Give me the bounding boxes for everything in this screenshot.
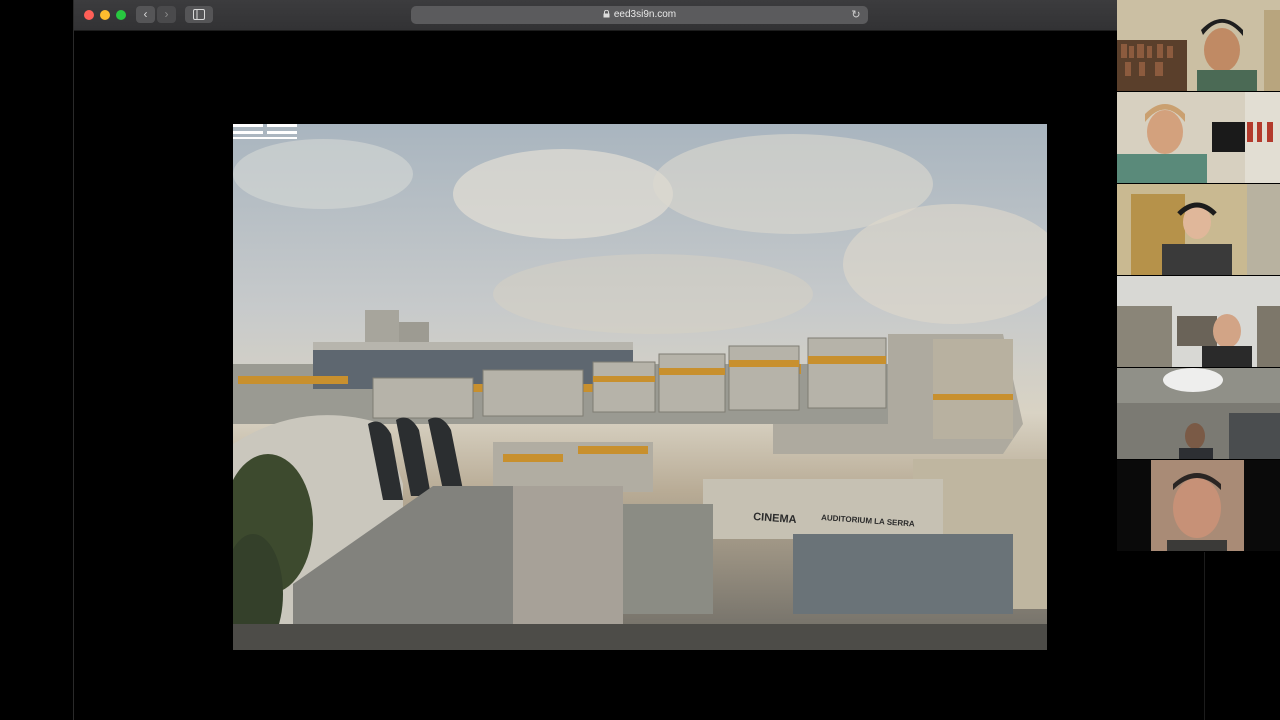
participant-tile[interactable]	[1117, 92, 1280, 183]
minimize-window-button[interactable]	[100, 10, 110, 20]
lock-icon	[603, 6, 610, 24]
maximize-window-button[interactable]	[116, 10, 126, 20]
participant-tile[interactable]	[1117, 368, 1280, 459]
empty-panel	[1204, 552, 1280, 720]
participant-video	[1117, 460, 1280, 551]
participant-video	[1117, 184, 1280, 275]
back-button[interactable]: ‹	[136, 6, 155, 23]
participant-tile[interactable]	[1117, 0, 1280, 91]
browser-window: ‹ › eed3si9n.com ↻ CINEMA AUDITORIUM LA …	[73, 0, 1118, 720]
chevron-left-icon: ‹	[143, 7, 148, 21]
participant-tile[interactable]	[1117, 184, 1280, 275]
screen: ‹ › eed3si9n.com ↻ CINEMA AUDITORIUM LA …	[0, 0, 1280, 720]
reload-icon[interactable]: ↻	[849, 6, 863, 24]
video-participants-panel	[1117, 0, 1280, 552]
forward-button[interactable]: ›	[157, 6, 176, 23]
participant-video	[1117, 0, 1280, 91]
url-text: eed3si9n.com	[613, 9, 677, 20]
participant-video	[1117, 276, 1280, 367]
participant-video	[1117, 92, 1280, 183]
address-bar[interactable]: eed3si9n.com ↻	[411, 6, 868, 24]
participant-tile[interactable]	[1117, 276, 1280, 367]
slide-logo-icon	[233, 124, 297, 139]
slide-photo: CINEMA AUDITORIUM LA SERRA	[233, 124, 1047, 650]
sidebar-toggle-button[interactable]	[185, 6, 213, 23]
building-illustration: CINEMA AUDITORIUM LA SERRA	[233, 134, 1047, 650]
sidebar-icon	[193, 9, 205, 20]
chevron-right-icon: ›	[164, 7, 169, 21]
close-window-button[interactable]	[84, 10, 94, 20]
participant-video	[1117, 368, 1280, 459]
participant-tile[interactable]	[1117, 460, 1280, 551]
browser-toolbar: ‹ › eed3si9n.com ↻	[74, 0, 1118, 31]
